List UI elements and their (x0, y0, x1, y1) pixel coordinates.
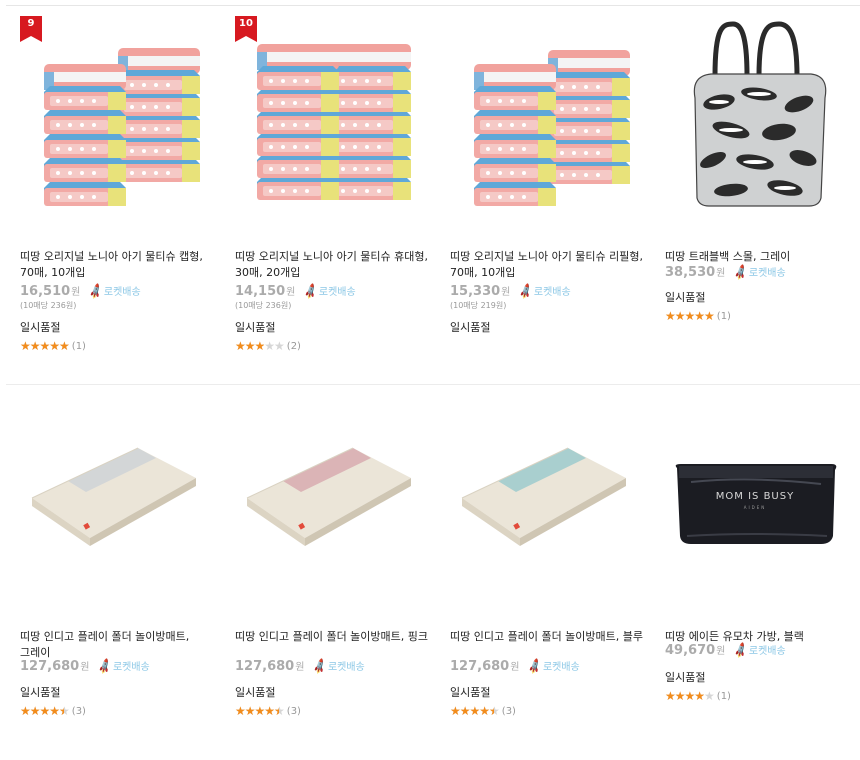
unit-price: (10매당 219원) (450, 301, 507, 310)
wet-wipes-refill-pack-image[interactable] (436, 6, 651, 231)
price: 127,680 (20, 659, 80, 674)
product-name[interactable]: 띠땅 오리지널 노니아 아기 물티슈 리필형, 70매, 10개입 (450, 249, 650, 281)
price-row: 127,680원 🚀로켓배송 (450, 657, 580, 676)
rocket-icon: 🚀 (301, 282, 321, 301)
product-card[interactable]: 9 띠땅 오리지널 노니아 아기 물티슈 캡형, 70매, 10개입 16,51… (6, 6, 221, 381)
stroller-bag-black-image[interactable]: MOM IS BUSY AIDEN (651, 386, 860, 611)
play-mat-blue-image[interactable] (436, 386, 651, 611)
soldout-label: 일시품절 (665, 671, 706, 684)
rocket-delivery-badge: 🚀로켓배송 (86, 282, 141, 301)
soldout-label: 일시품절 (20, 321, 61, 334)
play-mat-pink-image[interactable] (221, 386, 436, 611)
unit-price: (10매당 236원) (235, 301, 292, 310)
product-name[interactable]: 띠땅 오리지널 노니아 아기 물티슈 캡형, 70매, 10개입 (20, 249, 220, 281)
price: 14,150 (235, 284, 286, 299)
rocket-delivery-badge: 🚀로켓배송 (301, 282, 356, 301)
price-row: 15,330원 🚀로켓배송 (450, 282, 571, 301)
rating: ★★★★★★★★★★(2) (235, 339, 301, 353)
product-card[interactable]: 띠땅 인디고 플레이 폴더 놀이방매트, 핑크 127,680원 🚀로켓배송 일… (221, 386, 436, 760)
bag-logo-text: MOM IS BUSY (716, 491, 794, 502)
review-count: (2) (286, 340, 301, 352)
product-card[interactable]: 띠땅 인디고 플레이 폴더 놀이방매트, 블루 127,680원 🚀로켓배송 일… (436, 386, 651, 760)
rocket-icon: 🚀 (95, 657, 115, 676)
star-rating: ★★★★★★★★★★ (20, 704, 70, 718)
travel-bag-gray-image[interactable] (651, 6, 860, 231)
star-rating: ★★★★★★★★★★ (450, 704, 500, 718)
price-row: 127,680원 🚀로켓배송 (20, 657, 150, 676)
product-card[interactable]: 10 띠땅 오리지널 노니아 아기 물티슈 휴대형, 30매, 20개입 14,… (221, 6, 436, 381)
rocket-delivery-badge: 🚀로켓배송 (516, 282, 571, 301)
rocket-delivery-badge: 🚀로켓배송 (525, 657, 580, 676)
rocket-delivery-badge: 🚀로켓배송 (310, 657, 365, 676)
play-mat-gray-image[interactable] (6, 386, 221, 611)
price: 38,530 (665, 265, 716, 280)
price: 16,510 (20, 284, 71, 299)
rocket-icon: 🚀 (516, 282, 536, 301)
review-count: (1) (716, 690, 731, 702)
price-row: 16,510원 🚀로켓배송 (20, 282, 141, 301)
rating: ★★★★★★★★★★(1) (665, 309, 731, 323)
product-card[interactable]: 띠땅 오리지널 노니아 아기 물티슈 리필형, 70매, 10개입 15,330… (436, 6, 651, 381)
rating: ★★★★★★★★★★(3) (235, 704, 301, 718)
rank-badge: 10 (235, 16, 257, 42)
price-row: 14,150원 🚀로켓배송 (235, 282, 356, 301)
star-rating: ★★★★★★★★★★ (665, 309, 715, 323)
price-row: 49,670원 🚀로켓배송 (665, 641, 786, 660)
soldout-label: 일시품절 (450, 321, 491, 334)
soldout-label: 일시품절 (665, 291, 706, 304)
star-rating: ★★★★★★★★★★ (235, 704, 285, 718)
rating: ★★★★★★★★★★(1) (665, 689, 731, 703)
review-count: (3) (501, 705, 516, 717)
rocket-delivery-badge: 🚀로켓배송 (731, 263, 786, 282)
price: 127,680 (450, 659, 510, 674)
product-name[interactable]: 띠땅 인디고 플레이 폴더 놀이방매트, 핑크 (235, 629, 435, 645)
product-card[interactable]: 띠땅 트래블백 스몰, 그레이 38,530원 🚀로켓배송 일시품절 ★★★★★… (651, 6, 860, 381)
soldout-label: 일시품절 (235, 686, 276, 699)
price-row: 127,680원 🚀로켓배송 (235, 657, 365, 676)
product-name[interactable]: 띠땅 오리지널 노니아 아기 물티슈 휴대형, 30매, 20개입 (235, 249, 435, 281)
rating: ★★★★★★★★★★(1) (20, 339, 86, 353)
rocket-icon: 🚀 (731, 263, 751, 282)
row-divider (6, 384, 860, 385)
soldout-label: 일시품절 (20, 686, 61, 699)
review-count: (3) (71, 705, 86, 717)
star-rating: ★★★★★★★★★★ (235, 339, 285, 353)
unit-price: (10매당 236원) (20, 301, 77, 310)
price: 49,670 (665, 643, 716, 658)
review-count: (1) (71, 340, 86, 352)
price: 127,680 (235, 659, 295, 674)
product-card[interactable]: MOM IS BUSY AIDEN 띠땅 에이든 유모차 가방, 블랙 49,6… (651, 386, 860, 760)
rocket-delivery-badge: 🚀로켓배송 (731, 641, 786, 660)
product-name[interactable]: 띠땅 인디고 플레이 폴더 놀이방매트, 블루 (450, 629, 650, 645)
soldout-label: 일시품절 (450, 686, 491, 699)
rocket-icon: 🚀 (731, 641, 751, 660)
rocket-icon: 🚀 (310, 657, 330, 676)
soldout-label: 일시품절 (235, 321, 276, 334)
rocket-icon: 🚀 (525, 657, 545, 676)
star-rating: ★★★★★★★★★★ (665, 689, 715, 703)
price-row: 38,530원 🚀로켓배송 (665, 263, 786, 282)
review-count: (3) (286, 705, 301, 717)
rating: ★★★★★★★★★★(3) (450, 704, 516, 718)
star-rating: ★★★★★★★★★★ (20, 339, 70, 353)
product-name[interactable]: 띠땅 인디고 플레이 폴더 놀이방매트, 그레이 (20, 629, 220, 661)
product-name[interactable]: 띠땅 트래블백 스몰, 그레이 (665, 249, 860, 265)
rating: ★★★★★★★★★★(3) (20, 704, 86, 718)
rocket-icon: 🚀 (86, 282, 106, 301)
review-count: (1) (716, 310, 731, 322)
price: 15,330 (450, 284, 501, 299)
rank-badge: 9 (20, 16, 42, 42)
rocket-delivery-badge: 🚀로켓배송 (95, 657, 150, 676)
product-card[interactable]: 띠땅 인디고 플레이 폴더 놀이방매트, 그레이 127,680원 🚀로켓배송 … (6, 386, 221, 760)
bag-sub-text: AIDEN (744, 505, 767, 510)
